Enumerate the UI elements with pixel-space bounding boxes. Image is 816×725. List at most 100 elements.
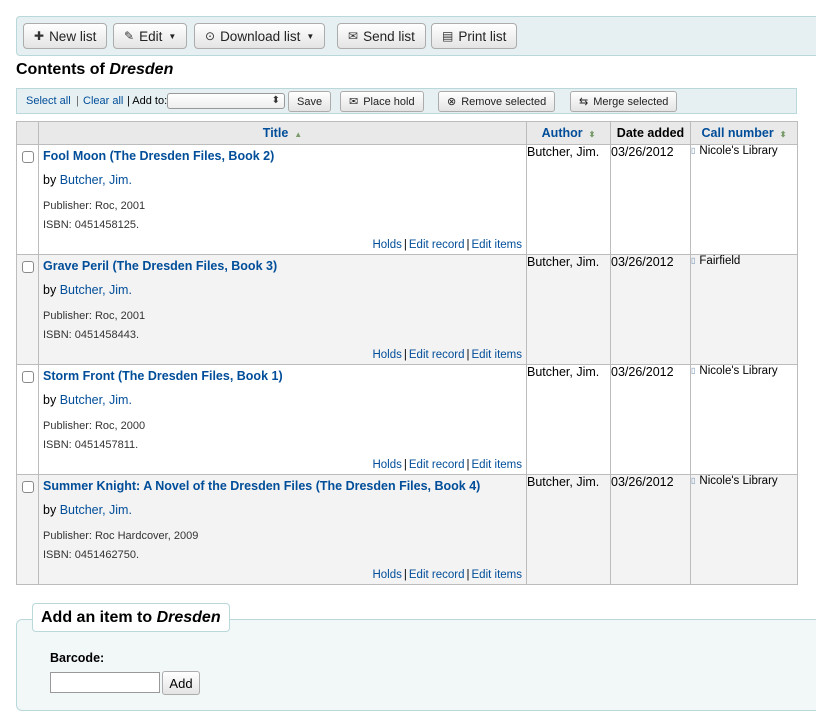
selection-toolbar: Select all | Clear all | Add to: ⬍ Save … <box>16 88 797 114</box>
edit-menu-button[interactable]: ✎ Edit ▼ <box>113 23 188 49</box>
row-checkbox-cell <box>16 364 39 475</box>
sort-ascending-icon: ▲ <box>294 130 303 139</box>
edit-items-link[interactable]: Edit items <box>472 349 523 361</box>
publisher-line: Publisher: Roc Hardcover, 2009 <box>43 530 198 542</box>
title-column-header[interactable]: Title ▲ <box>38 121 527 145</box>
edit-record-link[interactable]: Edit record <box>409 459 465 471</box>
publisher-value: Roc Hardcover, 2009 <box>94 530 199 542</box>
save-button[interactable]: Save <box>288 91 332 112</box>
record-title-link[interactable]: Summer Knight: A Novel of the Dresden Fi… <box>43 479 480 493</box>
call-number-value: Nicole's Library <box>699 475 778 487</box>
date-added-cell: 03/26/2012 <box>610 144 691 255</box>
by-label: by <box>43 503 60 517</box>
edit-items-link[interactable]: Edit items <box>472 569 523 581</box>
call-number-header-label: Call number <box>701 126 774 140</box>
place-hold-button[interactable]: ✉ Place hold <box>340 91 424 112</box>
envelope-icon: ✉ <box>348 29 359 43</box>
author-link[interactable]: Butcher, Jim. <box>60 393 132 407</box>
isbn-label: ISBN: <box>43 219 75 231</box>
separator: | <box>403 349 407 361</box>
row-checkbox[interactable] <box>21 151 34 163</box>
call-number-cell: ▯ Fairfield <box>690 254 798 365</box>
row-checkbox[interactable] <box>21 481 34 493</box>
table-row: Grave Peril (The Dresden Files, Book 3) … <box>16 254 798 365</box>
isbn-label: ISBN: <box>43 329 75 341</box>
publisher-label: Publisher: <box>43 200 95 212</box>
byline: by Butcher, Jim. <box>43 393 132 407</box>
download-list-label: Download list <box>220 28 301 44</box>
record-actions: Holds | Edit record | Edit items <box>372 569 522 581</box>
record-title-link[interactable]: Storm Front (The Dresden Files, Book 1) <box>43 369 283 383</box>
download-list-button[interactable]: ⊙ Download list ▼ <box>194 23 326 49</box>
holds-link[interactable]: Holds <box>372 349 401 361</box>
select-all-link[interactable]: Select all <box>26 95 71 107</box>
page-title-prefix: Contents of <box>16 61 110 78</box>
record-title-link[interactable]: Fool Moon (The Dresden Files, Book 2) <box>43 149 274 163</box>
print-list-button[interactable]: ▤ Print list <box>431 23 518 49</box>
author-header-label: Author <box>541 126 583 140</box>
add-button-label: Add <box>169 675 193 691</box>
add-item-legend-prefix: Add an item to <box>41 609 157 626</box>
separator: | <box>466 239 470 251</box>
separator: | <box>403 239 407 251</box>
add-item-fieldset <box>16 619 816 711</box>
separator: | <box>76 95 79 107</box>
author-link[interactable]: Butcher, Jim. <box>60 283 132 297</box>
edit-items-link[interactable]: Edit items <box>472 239 523 251</box>
caret-down-icon: ▼ <box>168 31 177 41</box>
remove-selected-button[interactable]: ⊗ Remove selected <box>438 91 556 112</box>
isbn-label: ISBN: <box>43 549 75 561</box>
call-number-cell: ▯ Nicole's Library <box>690 364 798 475</box>
send-list-button[interactable]: ✉ Send list <box>337 23 426 49</box>
record-actions: Holds | Edit record | Edit items <box>372 459 522 471</box>
clear-all-link[interactable]: Clear all <box>83 95 123 107</box>
author-link[interactable]: Butcher, Jim. <box>60 503 132 517</box>
list-contents-table: Title ▲ Author ⬍ Date added Call number ⬍ F… <box>16 121 798 585</box>
table-row: Fool Moon (The Dresden Files, Book 2) by… <box>16 144 798 255</box>
page-title: Contents of Dresden <box>16 61 173 79</box>
publisher-label: Publisher: <box>43 420 95 432</box>
add-item-legend: Add an item to Dresden <box>32 603 230 632</box>
author-cell: Butcher, Jim. <box>526 474 611 585</box>
edit-record-link[interactable]: Edit record <box>409 569 465 581</box>
edit-items-link[interactable]: Edit items <box>472 459 523 471</box>
barcode-input[interactable] <box>50 672 160 693</box>
printer-icon: ▤ <box>442 29 454 43</box>
holds-link[interactable]: Holds <box>372 569 401 581</box>
by-label: by <box>43 283 60 297</box>
record-title-link[interactable]: Grave Peril (The Dresden Files, Book 3) <box>43 259 277 273</box>
title-cell: Fool Moon (The Dresden Files, Book 2) by… <box>38 144 527 255</box>
list-name: Dresden <box>109 61 174 78</box>
call-number-column-header[interactable]: Call number ⬍ <box>690 121 798 145</box>
row-checkbox[interactable] <box>21 371 34 383</box>
holds-link[interactable]: Holds <box>372 239 401 251</box>
call-number-value: Fairfield <box>699 255 741 267</box>
hold-icon: ✉ <box>349 96 359 108</box>
author-cell: Butcher, Jim. <box>526 254 611 365</box>
add-to-label: | Add to: <box>127 95 168 107</box>
author-link[interactable]: Butcher, Jim. <box>60 173 132 187</box>
row-checkbox-cell <box>16 144 39 255</box>
add-button[interactable]: Add <box>162 671 200 695</box>
add-to-select[interactable]: ⬍ <box>167 93 285 109</box>
download-icon: ⊙ <box>205 29 216 43</box>
edit-record-link[interactable]: Edit record <box>409 239 465 251</box>
author-column-header[interactable]: Author ⬍ <box>526 121 611 145</box>
isbn-value: 0451462750. <box>74 549 140 561</box>
table-row: Summer Knight: A Novel of the Dresden Fi… <box>16 474 798 585</box>
remove-icon: ⊗ <box>447 96 457 108</box>
holds-link[interactable]: Holds <box>372 459 401 471</box>
book-icon: ▯ <box>691 256 696 265</box>
edit-record-link[interactable]: Edit record <box>409 349 465 361</box>
merge-selected-button[interactable]: ⇆ Merge selected <box>570 91 678 112</box>
print-list-label: Print list <box>458 28 507 44</box>
new-list-button[interactable]: ✚ New list <box>23 23 108 49</box>
publisher-label: Publisher: <box>43 530 95 542</box>
book-icon: ▯ <box>691 366 696 375</box>
publisher-value: Roc, 2001 <box>94 310 146 322</box>
publisher-label: Publisher: <box>43 310 95 322</box>
call-number-cell: ▯ Nicole's Library <box>690 474 798 585</box>
row-checkbox[interactable] <box>21 261 34 273</box>
title-header-label: Title <box>262 126 289 140</box>
row-checkbox-cell <box>16 474 39 585</box>
